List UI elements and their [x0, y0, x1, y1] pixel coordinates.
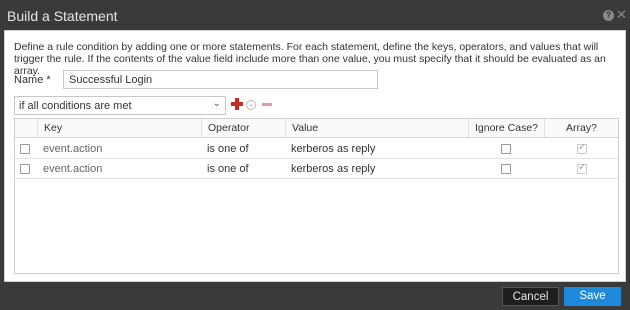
close-icon[interactable]: ✕: [616, 8, 627, 21]
header-ignore-case[interactable]: Ignore Case?: [468, 119, 544, 138]
name-input[interactable]: [63, 70, 378, 89]
row-select-checkbox[interactable]: [20, 164, 30, 174]
row-select-checkbox[interactable]: [20, 144, 30, 154]
statements-table: Key Operator Value Ignore Case? Array? e…: [14, 118, 619, 274]
table-header: Key Operator Value Ignore Case? Array?: [15, 119, 618, 138]
array-checkbox: [577, 162, 587, 174]
chevron-down-icon: ⌄: [212, 98, 221, 109]
cancel-button[interactable]: Cancel: [502, 287, 559, 306]
header-select-col: [15, 119, 37, 138]
name-label: Name *: [14, 74, 51, 86]
dialog-titlebar: Build a Statement ? ✕: [0, 0, 630, 30]
plus-icon[interactable]: [230, 97, 244, 111]
array-checkbox: [577, 142, 587, 154]
table-row[interactable]: event.action is one of kerberos as reply: [15, 159, 618, 179]
chevron-circle-icon[interactable]: ⌄: [246, 100, 256, 110]
row-value[interactable]: kerberos as reply: [291, 139, 375, 159]
header-array[interactable]: Array?: [544, 119, 618, 138]
ignore-case-checkbox[interactable]: [501, 144, 511, 154]
ignore-case-checkbox[interactable]: [501, 164, 511, 174]
dialog-body: Define a rule condition by adding one or…: [4, 30, 626, 282]
help-icon[interactable]: ?: [603, 10, 614, 21]
minus-icon[interactable]: [262, 103, 272, 106]
save-button[interactable]: Save: [564, 287, 621, 306]
row-value[interactable]: kerberos as reply: [291, 159, 375, 179]
header-key[interactable]: Key: [37, 119, 201, 138]
dialog-title: Build a Statement: [7, 8, 118, 24]
build-statement-dialog: Build a Statement ? ✕ Define a rule cond…: [0, 0, 630, 310]
condition-select[interactable]: if all conditions are met ⌄: [14, 96, 226, 115]
table-row[interactable]: event.action is one of kerberos as reply: [15, 139, 618, 159]
row-operator[interactable]: is one of: [207, 159, 249, 179]
row-key[interactable]: event.action: [43, 159, 102, 179]
header-operator[interactable]: Operator: [201, 119, 285, 138]
row-operator[interactable]: is one of: [207, 139, 249, 159]
header-value[interactable]: Value: [285, 119, 468, 138]
row-key[interactable]: event.action: [43, 139, 102, 159]
condition-select-value: if all conditions are met: [19, 100, 132, 112]
